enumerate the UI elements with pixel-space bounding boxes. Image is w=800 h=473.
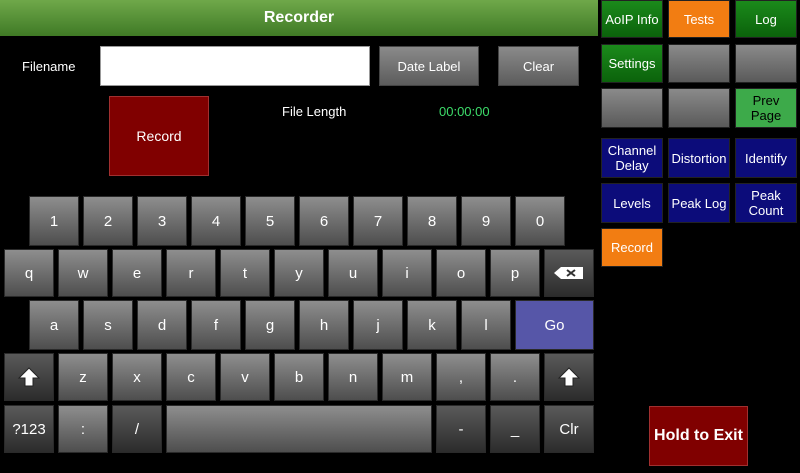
key-u[interactable]: u	[328, 249, 378, 297]
key-m[interactable]: m	[382, 353, 432, 401]
key-i[interactable]: i	[382, 249, 432, 297]
shift-key-right[interactable]	[544, 353, 594, 401]
aoip-info-button[interactable]: AoIP Info	[601, 0, 663, 38]
key-l[interactable]: l	[461, 300, 511, 350]
key-4[interactable]: 4	[191, 196, 241, 246]
levels-button[interactable]: Levels	[601, 183, 663, 223]
record-button[interactable]: Record	[109, 96, 209, 176]
backspace-icon	[553, 266, 585, 280]
key-t[interactable]: t	[220, 249, 270, 297]
key-slash[interactable]: /	[112, 405, 162, 453]
key-o[interactable]: o	[436, 249, 486, 297]
key-6[interactable]: 6	[299, 196, 349, 246]
key-b[interactable]: b	[274, 353, 324, 401]
key-c[interactable]: c	[166, 353, 216, 401]
key-0[interactable]: 0	[515, 196, 565, 246]
identify-button[interactable]: Identify	[735, 138, 797, 178]
key-comma[interactable]: ,	[436, 353, 486, 401]
key-z[interactable]: z	[58, 353, 108, 401]
shift-up-arrow-icon	[17, 366, 41, 388]
file-length-label: File Length	[282, 104, 347, 119]
go-key[interactable]: Go	[515, 300, 594, 350]
space-key[interactable]	[166, 405, 432, 453]
key-dash[interactable]: -	[436, 405, 486, 453]
tests-button[interactable]: Tests	[668, 0, 730, 38]
key-v[interactable]: v	[220, 353, 270, 401]
file-length-value: 00:00:00	[439, 104, 490, 119]
peak-count-button[interactable]: Peak Count	[735, 183, 797, 223]
date-label-button[interactable]: Date Label	[379, 46, 479, 86]
key-x[interactable]: x	[112, 353, 162, 401]
empty-button-4[interactable]	[668, 88, 730, 128]
key-a[interactable]: a	[29, 300, 79, 350]
hold-to-exit-button[interactable]: Hold to Exit	[649, 406, 748, 466]
distortion-button[interactable]: Distortion	[668, 138, 730, 178]
key-8[interactable]: 8	[407, 196, 457, 246]
key-y[interactable]: y	[274, 249, 324, 297]
filename-label: Filename	[22, 59, 76, 74]
shift-up-arrow-icon	[557, 366, 581, 388]
shift-key-left[interactable]	[4, 353, 54, 401]
key-s[interactable]: s	[83, 300, 133, 350]
key-g[interactable]: g	[245, 300, 295, 350]
key-colon[interactable]: :	[58, 405, 108, 453]
peak-log-button[interactable]: Peak Log	[668, 183, 730, 223]
empty-button-2[interactable]	[735, 44, 797, 83]
backspace-key[interactable]	[544, 249, 594, 297]
record-nav-button[interactable]: Record	[601, 228, 663, 267]
key-p[interactable]: p	[490, 249, 540, 297]
key-9[interactable]: 9	[461, 196, 511, 246]
key-3[interactable]: 3	[137, 196, 187, 246]
settings-button[interactable]: Settings	[601, 44, 663, 83]
log-button[interactable]: Log	[735, 0, 797, 38]
channel-delay-button[interactable]: Channel Delay	[601, 138, 663, 178]
key-underscore[interactable]: _	[490, 405, 540, 453]
key-k[interactable]: k	[407, 300, 457, 350]
clr-key[interactable]: Clr	[544, 405, 594, 453]
key-2[interactable]: 2	[83, 196, 133, 246]
empty-button-3[interactable]	[601, 88, 663, 128]
symbols-mode-key[interactable]: ?123	[4, 405, 54, 453]
key-5[interactable]: 5	[245, 196, 295, 246]
filename-input[interactable]	[100, 46, 370, 86]
page-title: Recorder	[0, 0, 598, 36]
key-d[interactable]: d	[137, 300, 187, 350]
key-q[interactable]: q	[4, 249, 54, 297]
key-n[interactable]: n	[328, 353, 378, 401]
key-7[interactable]: 7	[353, 196, 403, 246]
prev-page-button[interactable]: Prev Page	[735, 88, 797, 128]
key-r[interactable]: r	[166, 249, 216, 297]
key-period[interactable]: .	[490, 353, 540, 401]
key-w[interactable]: w	[58, 249, 108, 297]
key-j[interactable]: j	[353, 300, 403, 350]
key-h[interactable]: h	[299, 300, 349, 350]
clear-button[interactable]: Clear	[498, 46, 579, 86]
key-f[interactable]: f	[191, 300, 241, 350]
empty-button-1[interactable]	[668, 44, 730, 83]
key-e[interactable]: e	[112, 249, 162, 297]
key-1[interactable]: 1	[29, 196, 79, 246]
